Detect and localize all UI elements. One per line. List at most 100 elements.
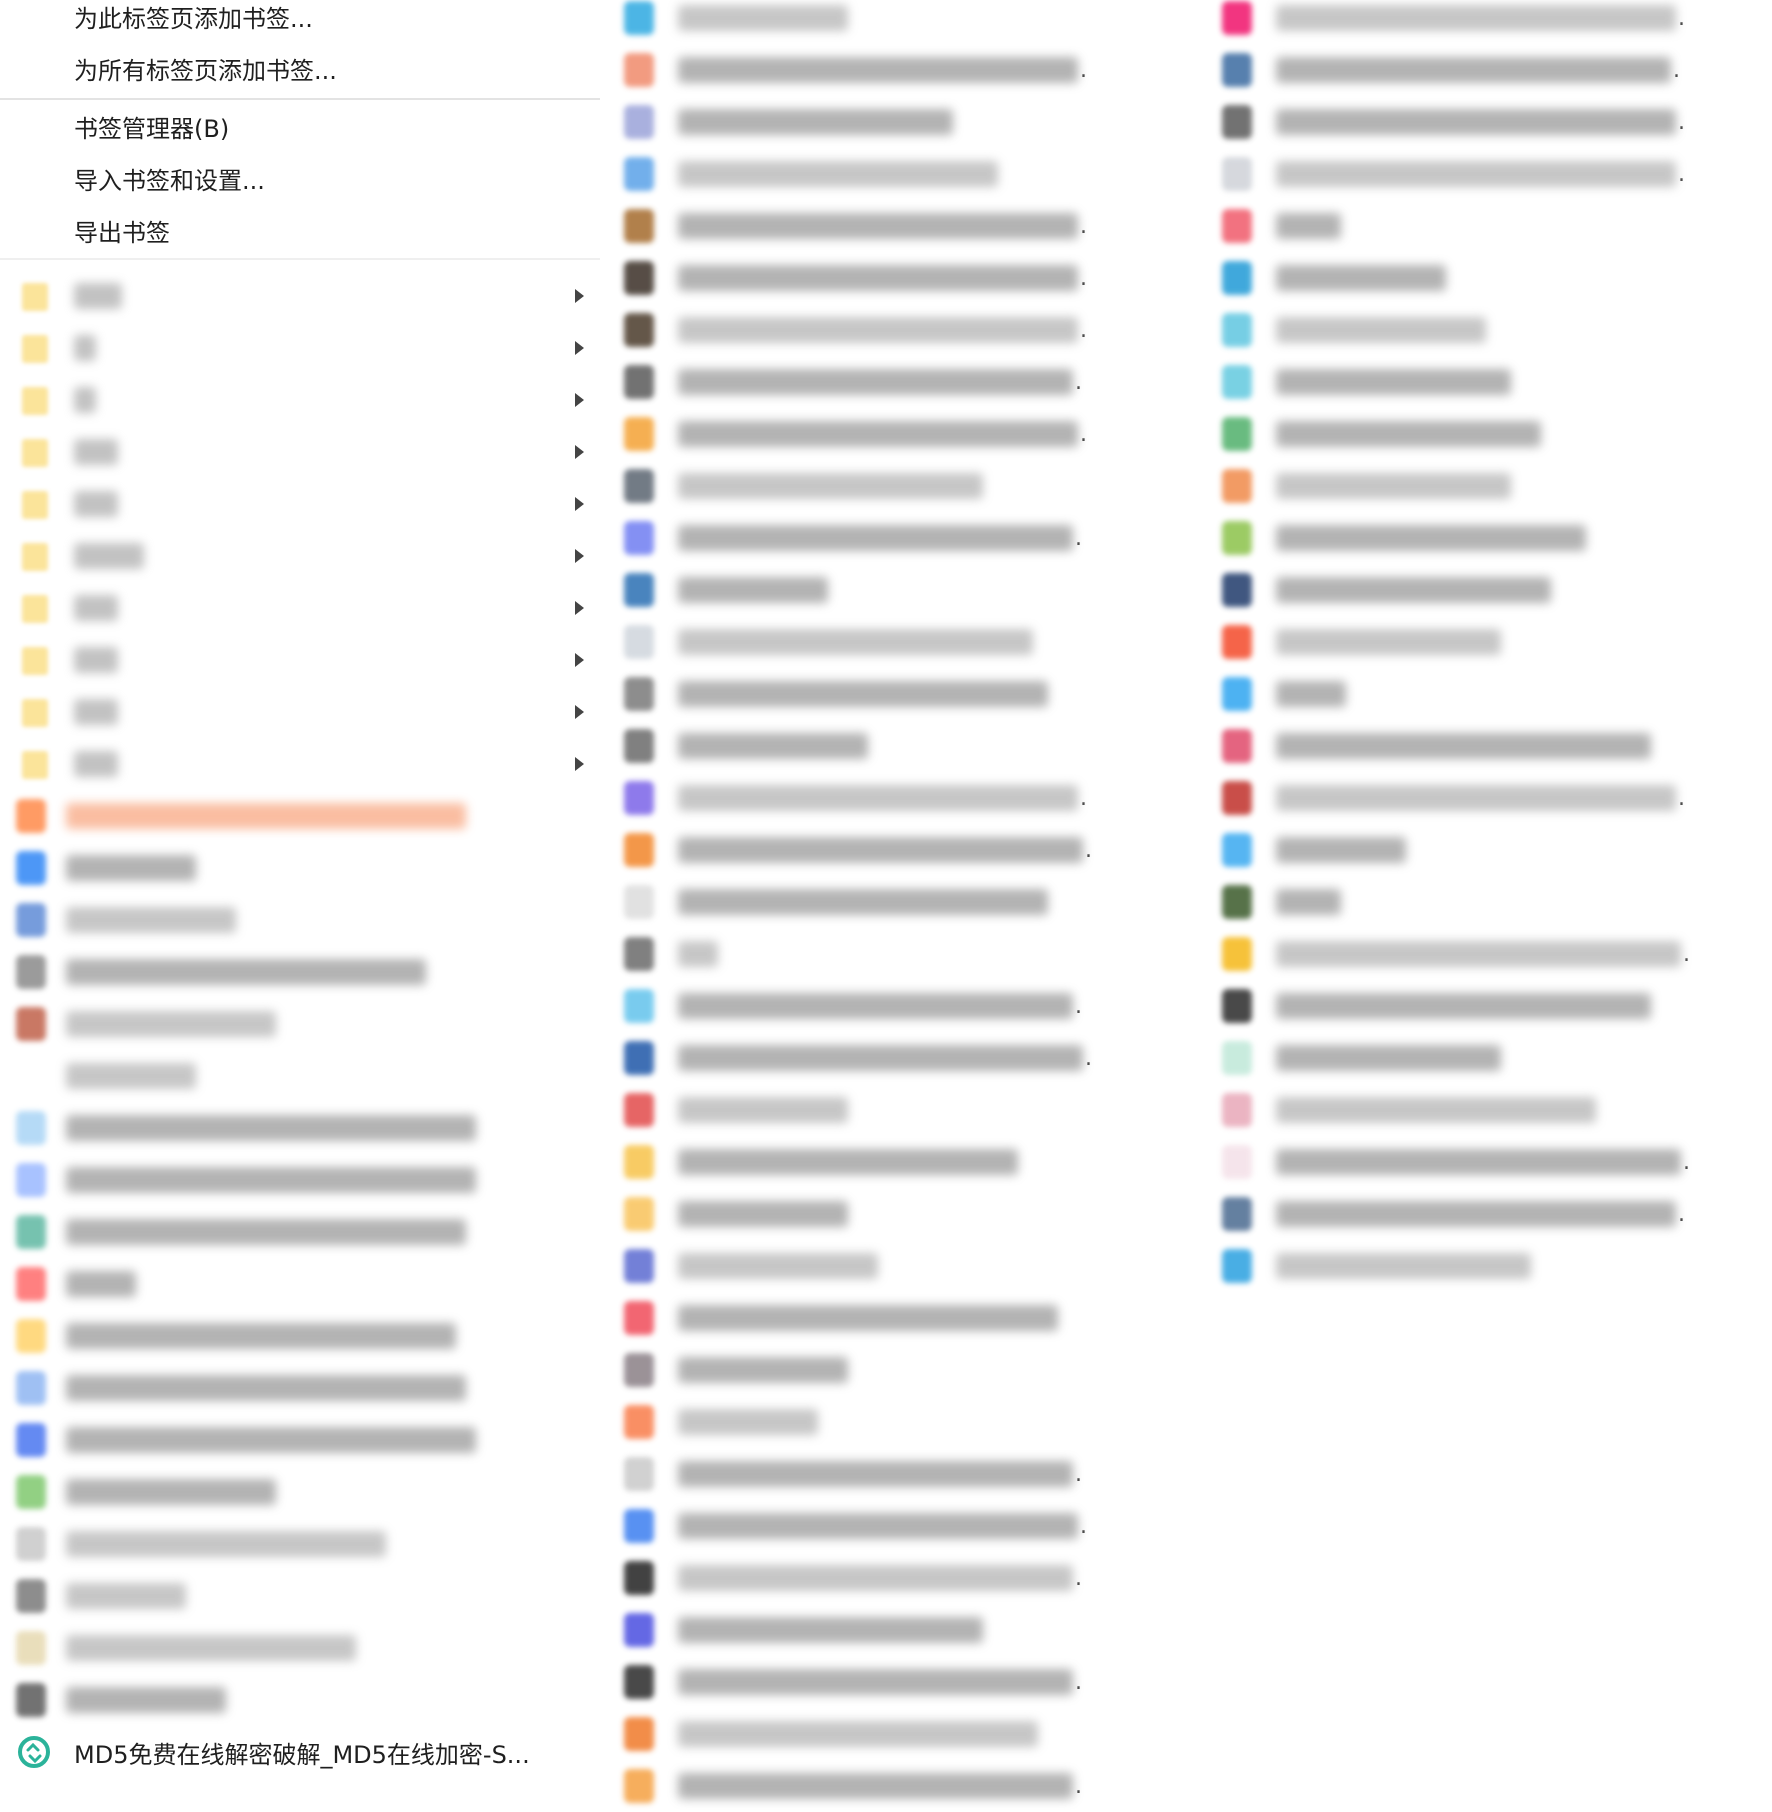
bookmark-item[interactable]: . (1208, 96, 1772, 148)
bookmark-item[interactable] (1208, 1084, 1772, 1136)
bookmark-item[interactable] (608, 928, 1128, 980)
bookmark-item[interactable] (608, 1396, 1128, 1448)
bookmark-item[interactable] (608, 96, 1128, 148)
bookmark-item[interactable] (0, 1206, 600, 1258)
bookmark-item[interactable]: . (608, 512, 1128, 564)
bookmark-item[interactable] (608, 1708, 1128, 1760)
bookmark-manager-command[interactable]: 书签管理器(B) (0, 100, 600, 152)
bookmark-item[interactable]: . (608, 44, 1128, 96)
bookmark-item[interactable] (608, 1084, 1128, 1136)
bookmark-item[interactable] (1208, 200, 1772, 252)
bookmark-item[interactable] (1208, 824, 1772, 876)
bookmark-item[interactable] (0, 1622, 600, 1674)
bookmark-item[interactable] (0, 1050, 600, 1102)
bookmark-item[interactable] (1208, 616, 1772, 668)
bookmark-item[interactable]: . (608, 824, 1128, 876)
bookmark-item[interactable] (608, 1292, 1128, 1344)
bookmark-item[interactable]: . (608, 304, 1128, 356)
bookmark-folder[interactable] (0, 530, 600, 582)
bookmark-item[interactable]: . (608, 1656, 1128, 1708)
bookmark-item[interactable]: . (1208, 772, 1772, 824)
bookmark-item[interactable] (608, 0, 1128, 44)
ellipsis: . (1683, 1149, 1690, 1175)
bookmark-item[interactable]: . (1208, 148, 1772, 200)
bookmark-item[interactable]: . (608, 200, 1128, 252)
ellipsis: . (1678, 1201, 1685, 1227)
bookmark-item[interactable] (1208, 720, 1772, 772)
favicon-icon (16, 1527, 46, 1561)
bookmark-item[interactable] (0, 1310, 600, 1362)
bookmark-item[interactable] (608, 876, 1128, 928)
bookmark-item[interactable] (0, 894, 600, 946)
bookmark-item[interactable] (608, 1240, 1128, 1292)
bookmark-item[interactable]: . (1208, 0, 1772, 44)
bookmark-folder[interactable] (0, 374, 600, 426)
bookmark-item[interactable]: . (608, 408, 1128, 460)
bookmark-md5[interactable]: MD5免费在线解密破解_MD5在线加密-S... (0, 1726, 600, 1778)
favicon-icon (1222, 365, 1252, 399)
bookmark-item[interactable] (608, 668, 1128, 720)
bookmark-item[interactable] (608, 460, 1128, 512)
bookmark-item[interactable] (608, 148, 1128, 200)
bookmark-item[interactable] (0, 1674, 600, 1726)
menu-command[interactable]: 为所有标签页添加书签... (0, 42, 600, 94)
bookmark-item[interactable] (1208, 356, 1772, 408)
bookmark-item[interactable] (608, 1344, 1128, 1396)
bookmark-folder[interactable] (0, 478, 600, 530)
bookmark-item[interactable] (608, 1136, 1128, 1188)
bookmark-item[interactable] (1208, 460, 1772, 512)
menu-command[interactable]: 为此标签页添加书签... (0, 0, 600, 42)
bookmark-item[interactable]: . (1208, 1136, 1772, 1188)
bookmark-item[interactable] (0, 998, 600, 1050)
bookmark-folder[interactable] (0, 686, 600, 738)
export-bookmarks-command[interactable]: 导出书签 (0, 204, 600, 256)
bookmark-item[interactable]: . (608, 356, 1128, 408)
bookmark-item[interactable] (1208, 1032, 1772, 1084)
bookmark-item[interactable] (608, 1188, 1128, 1240)
bookmark-item[interactable] (0, 790, 600, 842)
bookmark-item[interactable] (0, 1362, 600, 1414)
bookmark-item[interactable]: . (1208, 44, 1772, 96)
bookmark-item[interactable]: . (608, 1760, 1128, 1812)
bookmark-item[interactable] (0, 1570, 600, 1622)
bookmark-item[interactable]: . (608, 1032, 1128, 1084)
bookmark-item[interactable] (0, 1258, 600, 1310)
bookmark-item[interactable] (1208, 876, 1772, 928)
bookmark-item[interactable] (1208, 252, 1772, 304)
bookmark-item[interactable] (0, 1154, 600, 1206)
bookmark-item[interactable]: . (1208, 1188, 1772, 1240)
bookmark-item[interactable] (1208, 668, 1772, 720)
bookmark-item[interactable] (608, 616, 1128, 668)
bookmark-item[interactable] (608, 564, 1128, 616)
bookmark-folder[interactable] (0, 426, 600, 478)
bookmark-folder[interactable] (0, 270, 600, 322)
bookmark-item[interactable] (0, 946, 600, 998)
bookmark-item[interactable]: . (608, 1500, 1128, 1552)
bookmark-item[interactable]: . (1208, 928, 1772, 980)
bookmark-item[interactable]: . (608, 252, 1128, 304)
bookmark-item[interactable]: . (608, 980, 1128, 1032)
favicon-icon (1222, 1, 1252, 35)
bookmark-item[interactable]: . (608, 772, 1128, 824)
bookmark-item[interactable] (0, 1414, 600, 1466)
bookmark-folder[interactable] (0, 582, 600, 634)
bookmark-item[interactable] (1208, 408, 1772, 460)
bookmark-item[interactable] (0, 842, 600, 894)
bookmark-item[interactable] (0, 1102, 600, 1154)
bookmark-item[interactable] (0, 1518, 600, 1570)
bookmark-folder[interactable] (0, 634, 600, 686)
bookmark-item[interactable] (0, 1466, 600, 1518)
import-bookmarks-command[interactable]: 导入书签和设置... (0, 152, 600, 204)
bookmark-item[interactable] (1208, 1240, 1772, 1292)
bookmark-item[interactable] (1208, 564, 1772, 616)
bookmark-folder[interactable] (0, 738, 600, 790)
bookmark-item[interactable]: . (608, 1448, 1128, 1500)
bookmark-item[interactable] (608, 720, 1128, 772)
bookmark-item[interactable] (1208, 304, 1772, 356)
bookmark-item[interactable] (1208, 512, 1772, 564)
bookmark-item[interactable] (608, 1604, 1128, 1656)
bookmark-item[interactable] (1208, 980, 1772, 1032)
bookmark-folder[interactable] (0, 322, 600, 374)
bookmark-item[interactable]: . (608, 1552, 1128, 1604)
favicon-icon (1222, 1145, 1252, 1179)
